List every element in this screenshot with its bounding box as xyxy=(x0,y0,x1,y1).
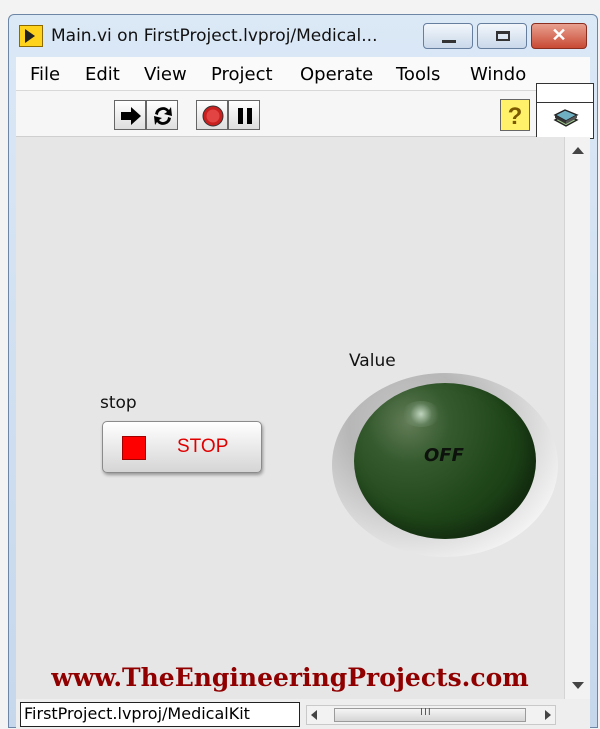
minimize-button[interactable] xyxy=(423,23,473,49)
watermark-text: www.TheEngineeringProjects.com xyxy=(51,663,529,692)
scroll-up-icon[interactable] xyxy=(572,147,584,154)
menu-file[interactable]: File xyxy=(30,64,60,85)
title-bar[interactable]: Main.vi on FirstProject.lvproj/Medical..… xyxy=(9,15,597,57)
pause-icon xyxy=(238,108,252,124)
maximize-button[interactable] xyxy=(477,23,527,49)
scroll-left-icon[interactable] xyxy=(311,710,317,720)
vi-icon-pane[interactable] xyxy=(536,83,594,139)
run-arrow-icon xyxy=(121,107,141,125)
menu-view[interactable]: View xyxy=(144,64,187,85)
vertical-scrollbar[interactable] xyxy=(564,137,590,699)
front-panel[interactable]: stop STOP Value OFF www.TheEngineeringPr… xyxy=(16,137,564,699)
run-continuously-button[interactable] xyxy=(146,100,178,130)
menu-bar: File Edit View Project Operate Tools Win… xyxy=(16,57,590,91)
scroll-down-icon[interactable] xyxy=(572,682,584,689)
window-title: Main.vi on FirstProject.lvproj/Medical..… xyxy=(51,26,378,46)
horizontal-scrollbar[interactable]: III xyxy=(306,705,556,725)
led-indicator-label: Value xyxy=(349,351,396,371)
context-help-button[interactable]: ? xyxy=(500,99,530,131)
led-state-text: OFF xyxy=(424,445,464,466)
run-continuous-icon xyxy=(154,107,172,125)
menu-operate[interactable]: Operate xyxy=(300,64,373,85)
menu-edit[interactable]: Edit xyxy=(85,64,120,85)
toolbar: ? xyxy=(16,91,590,137)
close-icon: ✕ xyxy=(551,25,567,45)
menu-tools[interactable]: Tools xyxy=(396,64,440,85)
vi-icon-divider xyxy=(537,102,593,103)
stop-button[interactable]: STOP xyxy=(102,421,262,473)
stop-button-text: STOP xyxy=(177,436,229,457)
stop-square-icon xyxy=(122,436,146,460)
close-button[interactable]: ✕ xyxy=(531,23,587,49)
status-bar: FirstProject.lvproj/MedicalKit III xyxy=(16,699,590,729)
menu-project[interactable]: Project xyxy=(211,64,273,85)
abort-button[interactable] xyxy=(196,100,228,130)
labview-app-icon xyxy=(19,25,43,47)
labview-window: Main.vi on FirstProject.lvproj/Medical..… xyxy=(8,14,598,729)
pause-button[interactable] xyxy=(228,100,260,130)
scroll-grip-icon: III xyxy=(420,707,432,718)
scroll-right-icon[interactable] xyxy=(545,710,551,720)
abort-icon xyxy=(202,105,224,127)
scroll-thumb[interactable]: III xyxy=(334,707,526,722)
led-highlight xyxy=(401,401,441,427)
run-button[interactable] xyxy=(114,100,146,130)
vi-icon xyxy=(553,109,579,127)
project-path: FirstProject.lvproj/MedicalKit xyxy=(20,702,300,727)
menu-window[interactable]: Windo xyxy=(470,64,526,85)
window-client: File Edit View Project Operate Tools Win… xyxy=(16,57,594,729)
stop-control-label: stop xyxy=(100,393,137,413)
help-icon: ? xyxy=(507,103,523,130)
